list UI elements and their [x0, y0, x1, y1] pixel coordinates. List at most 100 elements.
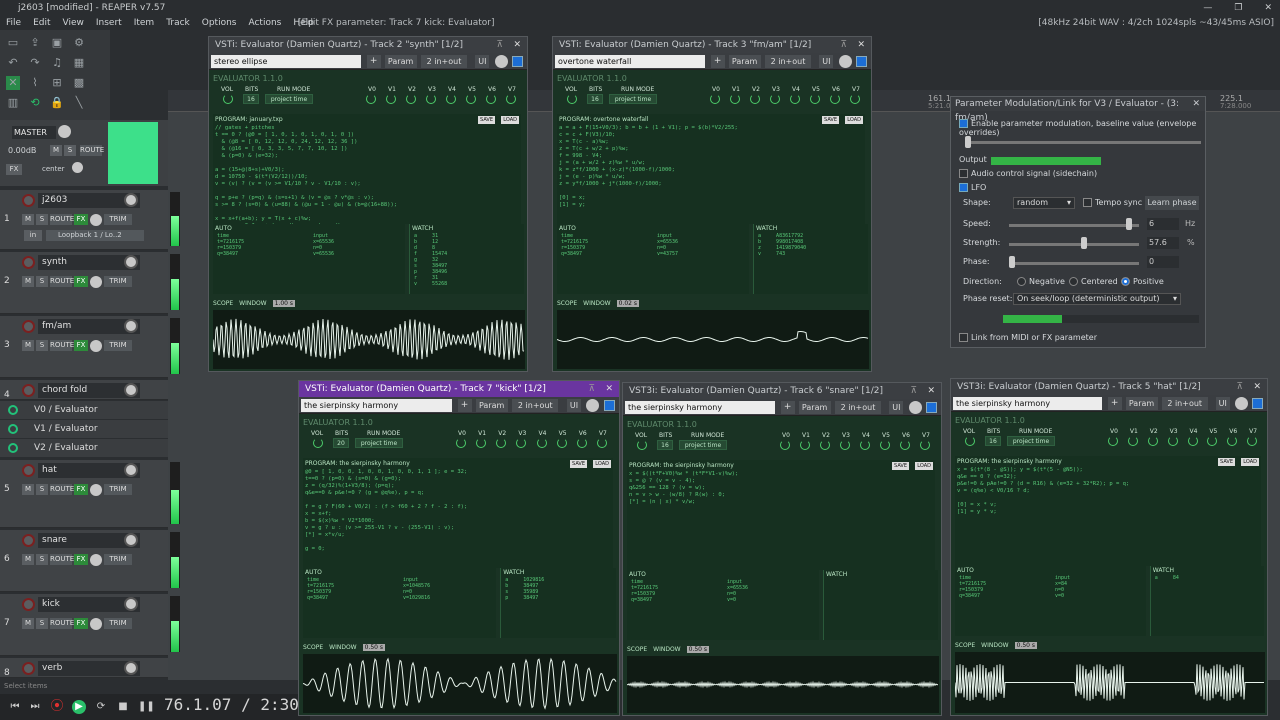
- volume-knob[interactable]: [124, 597, 138, 611]
- preset-add-button[interactable]: +: [1107, 397, 1122, 410]
- repeat-icon[interactable]: ⟳: [94, 700, 108, 714]
- envelope-bypass-icon[interactable]: [8, 405, 18, 415]
- volume-knob[interactable]: [124, 533, 138, 547]
- param-knob[interactable]: [1127, 436, 1138, 446]
- io-button[interactable]: 2 in+out: [512, 399, 559, 412]
- save-button[interactable]: SAVE: [892, 462, 909, 470]
- save-button[interactable]: SAVE: [570, 460, 587, 468]
- new-project-icon[interactable]: ▭: [6, 36, 20, 50]
- fx-window-titlebar[interactable]: VST3i: Evaluator (Damien Quartz) - Track…: [951, 379, 1267, 395]
- bypass-checkbox[interactable]: [603, 400, 615, 411]
- vol-knob[interactable]: [637, 440, 647, 450]
- pin-icon[interactable]: ⊼: [840, 37, 847, 53]
- open-project-icon[interactable]: ⇪: [28, 36, 42, 50]
- ui-button[interactable]: UI: [1215, 397, 1230, 410]
- fx-window[interactable]: VSTi: Evaluator (Damien Quartz) - Track …: [552, 36, 872, 372]
- track-verb[interactable]: 8 verb: [0, 658, 168, 678]
- track-kick[interactable]: 7 kick M S ROUTE FX TRIM: [0, 594, 168, 656]
- ui-button[interactable]: UI: [819, 55, 834, 68]
- param-knob[interactable]: [386, 94, 396, 104]
- mute-button[interactable]: M: [22, 554, 34, 565]
- settings-icon[interactable]: ⚙: [72, 36, 86, 50]
- program-code[interactable]: a = a + F(15+V0/3); b = b + (1 + V1); p …: [557, 125, 865, 209]
- grid-icon[interactable]: ▦: [72, 56, 86, 70]
- baseline-slider-thumb[interactable]: [965, 136, 971, 148]
- track-fm-am[interactable]: 3 fm/am M S ROUTE FX TRIM: [0, 316, 168, 378]
- load-button[interactable]: LOAD: [915, 462, 933, 470]
- envelope-icon[interactable]: ▥: [6, 96, 20, 110]
- maximize-icon[interactable]: ❐: [1234, 0, 1242, 16]
- load-button[interactable]: LOAD: [593, 460, 611, 468]
- cross-icon[interactable]: ╲: [72, 96, 86, 110]
- close-icon[interactable]: ✕: [857, 37, 865, 53]
- trim-button[interactable]: TRIM: [104, 618, 132, 629]
- pin-icon[interactable]: ⊼: [1236, 379, 1243, 395]
- vol-knob[interactable]: [965, 436, 975, 446]
- param-knob[interactable]: [710, 94, 720, 104]
- envelope-lane[interactable]: V2 / Evaluator: [0, 439, 168, 457]
- param-knob[interactable]: [1227, 436, 1238, 446]
- wet-knob[interactable]: [494, 55, 508, 68]
- phase-reset-dropdown[interactable]: On seek/loop (deterministic output) ▾: [1013, 293, 1181, 305]
- param-knob[interactable]: [880, 440, 890, 450]
- speed-value[interactable]: 6: [1147, 218, 1179, 230]
- io-button[interactable]: 2 in+out: [421, 55, 467, 68]
- loop-icon[interactable]: ⟲: [28, 96, 42, 110]
- track-hat[interactable]: 5 hat M S ROUTE FX TRIM: [0, 460, 168, 528]
- param-knob[interactable]: [770, 94, 780, 104]
- go-end-icon[interactable]: ⏭: [28, 700, 42, 714]
- program-editor[interactable]: PROGRAM: overtone waterfall SAVE LOAD a …: [557, 114, 865, 224]
- mute-button[interactable]: M: [22, 276, 34, 287]
- close-icon[interactable]: ✕: [1264, 0, 1272, 16]
- fx-window-titlebar[interactable]: VST3i: Evaluator (Damien Quartz) - Track…: [623, 383, 941, 399]
- bits-value[interactable]: 16: [657, 440, 673, 450]
- scope-window-value[interactable]: 0.02 s: [616, 299, 640, 307]
- speed-slider-thumb[interactable]: [1126, 218, 1132, 230]
- mute-button[interactable]: M: [22, 340, 34, 351]
- menu-options[interactable]: Options: [202, 16, 237, 30]
- preset-dropdown[interactable]: stereo ellipse: [211, 55, 362, 68]
- param-button[interactable]: Param: [798, 401, 831, 414]
- master-solo-button[interactable]: S: [64, 145, 76, 156]
- record-icon[interactable]: ⦿: [50, 700, 64, 714]
- preset-add-button[interactable]: +: [366, 55, 381, 68]
- runmode-value[interactable]: project time: [1007, 436, 1055, 446]
- menu-actions[interactable]: Actions: [248, 16, 281, 30]
- envelope-bypass-icon[interactable]: [8, 443, 18, 453]
- runmode-value[interactable]: project time: [265, 94, 313, 104]
- solo-button[interactable]: S: [36, 340, 48, 351]
- vol-knob[interactable]: [223, 94, 233, 104]
- close-icon[interactable]: ✕: [927, 383, 935, 399]
- lock-toggle-icon[interactable]: 🔒: [50, 96, 64, 110]
- fx-window[interactable]: VSTi: Evaluator (Damien Quartz) - Track …: [208, 36, 528, 372]
- pin-icon[interactable]: ⊼: [910, 383, 917, 399]
- runmode-value[interactable]: project time: [679, 440, 727, 450]
- preset-dropdown[interactable]: the sierpinsky harmony: [625, 401, 776, 414]
- record-arm-button[interactable]: [22, 194, 35, 207]
- envelope-lane[interactable]: V0 / Evaluator: [0, 401, 168, 419]
- program-editor[interactable]: PROGRAM: the sierpinsky harmony SAVE LOA…: [955, 456, 1261, 566]
- save-button[interactable]: SAVE: [478, 116, 495, 124]
- wet-knob[interactable]: [838, 55, 852, 68]
- menu-edit[interactable]: Edit: [33, 16, 50, 30]
- snap-icon[interactable]: ⌇: [28, 76, 42, 90]
- scope-window-value[interactable]: 0.50 s: [686, 645, 710, 653]
- param-knob[interactable]: [800, 440, 810, 450]
- baseline-slider[interactable]: [965, 141, 1201, 144]
- record-arm-button[interactable]: [22, 320, 35, 333]
- param-button[interactable]: Param: [1125, 397, 1158, 410]
- record-arm-button[interactable]: [22, 464, 35, 477]
- track-synth[interactable]: 2 synth M S ROUTE FX TRIM: [0, 252, 168, 314]
- save-button[interactable]: SAVE: [1218, 458, 1235, 466]
- volume-knob[interactable]: [124, 463, 138, 477]
- pause-icon[interactable]: ❚❚: [138, 700, 155, 714]
- fx-window-titlebar[interactable]: VSTi: Evaluator (Damien Quartz) - Track …: [553, 37, 871, 53]
- input-button[interactable]: in: [24, 230, 42, 241]
- route-button[interactable]: ROUTE: [50, 340, 74, 351]
- volume-knob[interactable]: [124, 383, 138, 397]
- pan-knob[interactable]: [90, 276, 102, 288]
- mute-button[interactable]: M: [22, 214, 34, 225]
- fx-window-titlebar[interactable]: VSTi: Evaluator (Damien Quartz) - Track …: [299, 381, 619, 397]
- trim-button[interactable]: TRIM: [104, 484, 132, 495]
- route-button[interactable]: ROUTE: [50, 276, 74, 287]
